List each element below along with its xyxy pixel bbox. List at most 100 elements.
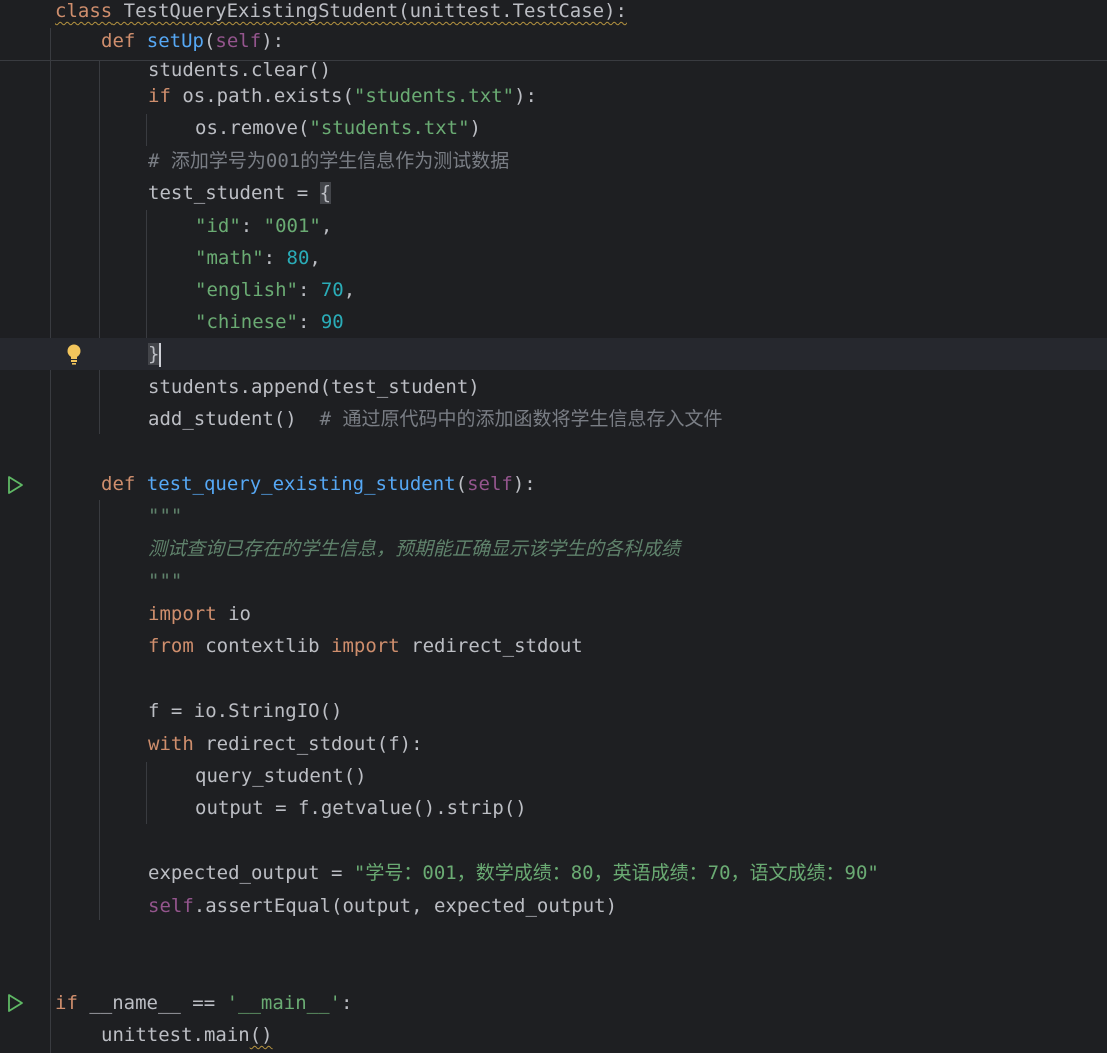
code-line[interactable]: """ [0, 500, 1107, 532]
code-token: os.path.exists( [182, 85, 354, 107]
code-token: , [320, 215, 333, 237]
code-token: unittest.main [101, 1024, 250, 1046]
code-token: 90 [320, 311, 344, 333]
code-token: ，语文成绩： [730, 862, 845, 884]
code-token: test_student = [148, 182, 320, 204]
code-token: , [343, 279, 356, 301]
code-token: ( [455, 473, 468, 495]
code-token: ，英语成绩： [593, 862, 708, 884]
code-token: """ [148, 570, 183, 592]
code-token: output = f.getvalue().strip() [195, 797, 527, 819]
code-line[interactable]: class TestQueryExistingStudent(unittest.… [0, 0, 1107, 27]
code-text: test_student = { [148, 177, 332, 209]
code-token: 90" [844, 862, 879, 884]
code-text: "english": 70, [195, 274, 355, 306]
code-line[interactable]: if os.path.exists("students.txt"): [0, 80, 1107, 112]
code-token: if [148, 85, 183, 107]
code-line[interactable]: "id": "001", [0, 210, 1107, 242]
code-line[interactable]: students.append(test_student) [0, 371, 1107, 403]
code-token: " [353, 862, 366, 884]
code-line[interactable]: def test_query_existing_student(self): [0, 468, 1107, 500]
code-line[interactable]: query_student() [0, 760, 1107, 792]
code-line[interactable]: with redirect_stdout(f): [0, 728, 1107, 760]
code-line[interactable] [0, 825, 1107, 857]
code-text: unittest.main() [101, 1019, 273, 1051]
code-line[interactable]: """ [0, 565, 1107, 597]
code-token: : [240, 215, 264, 237]
run-icon[interactable] [6, 475, 24, 495]
code-token: students.append(test_student) [148, 376, 480, 398]
code-token: TestQueryExistingStudent(unittest.TestCa… [112, 0, 627, 22]
code-text: def setUp(self): [101, 25, 284, 57]
code-line[interactable]: self.assertEqual(output, expected_output… [0, 890, 1107, 922]
code-token: 测试查询已存在的学生信息，预期能正确显示该学生的各科成绩 [148, 538, 681, 560]
code-token: 学号： [365, 862, 423, 884]
code-text: 测试查询已存在的学生信息，预期能正确显示该学生的各科成绩 [148, 533, 680, 565]
code-line[interactable] [0, 922, 1107, 954]
code-line[interactable]: 测试查询已存在的学生信息，预期能正确显示该学生的各科成绩 [0, 533, 1107, 565]
code-token: "id" [195, 215, 241, 237]
code-token: ): [514, 85, 537, 107]
code-token: self [467, 473, 513, 495]
code-token: : [297, 311, 321, 333]
code-text: query_student() [195, 760, 367, 792]
run-icon[interactable] [6, 993, 24, 1013]
code-editor[interactable]: class TestQueryExistingStudent(unittest.… [0, 0, 1107, 1053]
code-text: class TestQueryExistingStudent(unittest.… [55, 0, 627, 27]
code-token: "chinese" [195, 311, 298, 333]
code-token: ( [203, 30, 216, 52]
code-line[interactable] [0, 663, 1107, 695]
code-token: query_student() [195, 765, 367, 787]
code-token: contextlib [205, 635, 332, 657]
code-token: } [148, 343, 160, 365]
code-text: if os.path.exists("students.txt"): [148, 80, 537, 112]
code-token: redirect_stdout(f): [205, 733, 423, 755]
code-text: f = io.StringIO() [148, 695, 342, 727]
text-caret [159, 342, 162, 367]
code-line[interactable]: "math": 80, [0, 242, 1107, 274]
code-line[interactable]: "chinese": 90 [0, 306, 1107, 338]
code-line[interactable]: os.remove("students.txt") [0, 112, 1107, 144]
code-token: 001 [422, 862, 457, 884]
code-token: , [309, 247, 321, 269]
code-text: self.assertEqual(output, expected_output… [148, 890, 617, 922]
code-text: import io [148, 598, 251, 630]
code-text: "id": "001", [195, 210, 332, 242]
code-text: if __name__ == '__main__': [55, 987, 352, 1019]
code-text: "chinese": 90 [195, 306, 344, 338]
code-line[interactable]: if __name__ == '__main__': [0, 987, 1107, 1019]
code-line[interactable]: f = io.StringIO() [0, 695, 1107, 727]
code-line[interactable]: output = f.getvalue().strip() [0, 792, 1107, 824]
code-token: io [228, 603, 251, 625]
lightbulb-icon[interactable] [66, 344, 82, 366]
code-token: "students.txt" [309, 117, 470, 139]
code-line[interactable]: } [0, 338, 1107, 370]
code-token: # [148, 150, 171, 172]
code-line[interactable]: "english": 70, [0, 274, 1107, 306]
code-line[interactable]: # 添加学号为001的学生信息作为测试数据 [0, 145, 1107, 177]
code-token: test_query_existing_student [146, 473, 456, 495]
code-token: .assertEqual(output, expected_output) [193, 895, 618, 917]
code-token: () [249, 1024, 273, 1046]
code-line[interactable]: import io [0, 598, 1107, 630]
code-line[interactable]: add_student() # 通过原代码中的添加函数将学生信息存入文件 [0, 403, 1107, 435]
code-token: ，数学成绩： [456, 862, 571, 884]
code-line[interactable]: from contextlib import redirect_stdout [0, 630, 1107, 662]
code-line[interactable] [0, 436, 1107, 468]
code-line[interactable] [0, 955, 1107, 987]
code-token: ) [469, 117, 481, 139]
code-token: students.clear() [148, 59, 332, 81]
code-token: "math" [195, 247, 264, 269]
code-line[interactable]: def setUp(self): [0, 25, 1107, 57]
code-token: 70 [707, 862, 731, 884]
code-line[interactable]: test_student = { [0, 177, 1107, 209]
code-line[interactable]: expected_output = "学号：001，数学成绩：80，英语成绩：7… [0, 857, 1107, 889]
code-line[interactable]: unittest.main() [0, 1019, 1107, 1051]
code-token: "students.txt" [353, 85, 515, 107]
code-token: { [319, 182, 332, 204]
code-token: if [55, 992, 90, 1014]
code-token: ): [261, 30, 285, 52]
code-token: def [101, 473, 147, 495]
code-token: """ [148, 505, 183, 527]
code-text: """ [148, 500, 182, 532]
